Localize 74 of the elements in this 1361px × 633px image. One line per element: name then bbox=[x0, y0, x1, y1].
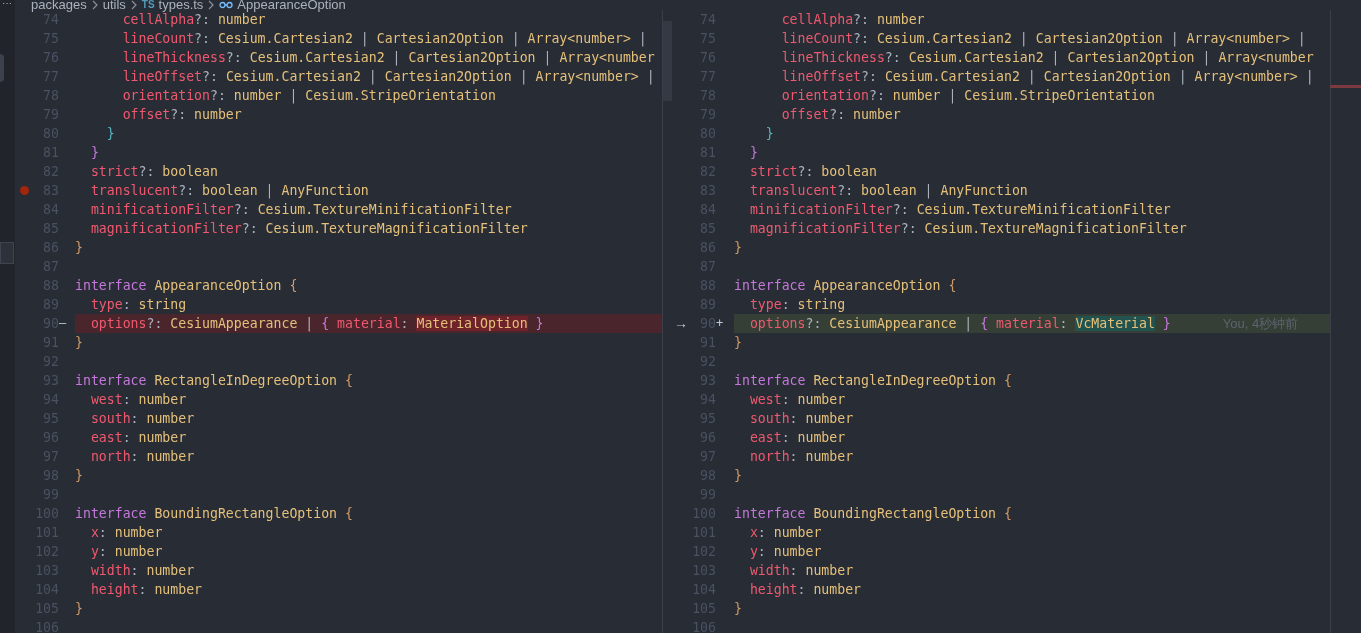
code-line: orientation?: number | Cesium.StripeOrientation bbox=[121, 87, 496, 105]
code-line: east: number bbox=[748, 429, 846, 447]
code-line: y: number bbox=[89, 543, 163, 561]
code-line: minificationFilter?: Cesium.TextureMinificationFilter bbox=[89, 201, 512, 219]
code-line: orientation?: number | Cesium.StripeOrientation bbox=[780, 87, 1155, 105]
code-line: type: string bbox=[89, 296, 187, 314]
code-line: } bbox=[75, 334, 83, 352]
code-line: } bbox=[764, 125, 774, 143]
code-line: lineCount?: Cesium.Cartesian2 | Cartesian2Option | Array<number> | bbox=[121, 30, 647, 48]
code-line: interface AppearanceOption { bbox=[734, 277, 957, 295]
breadcrumb-item[interactable]: types.ts bbox=[158, 0, 204, 10]
code-line: options?: CesiumAppearance | { material: MaterialOption } bbox=[89, 315, 544, 333]
code-line: offset?: number bbox=[121, 106, 242, 124]
code-line: south: number bbox=[748, 410, 854, 428]
code-line: } bbox=[75, 467, 83, 485]
code-line: } bbox=[734, 239, 742, 257]
code-line: interface BoundingRectangleOption { bbox=[75, 505, 353, 523]
code-line: } bbox=[75, 600, 83, 618]
code-line: width: number bbox=[748, 562, 854, 580]
breadcrumb-item[interactable]: AppearanceOption bbox=[237, 0, 346, 10]
code-line: strict?: boolean bbox=[89, 163, 218, 181]
diff-marker: — bbox=[59, 315, 67, 332]
code-line: } bbox=[734, 334, 742, 352]
code-line: x: number bbox=[89, 524, 163, 542]
code-line: type: string bbox=[748, 296, 846, 314]
code-line: north: number bbox=[748, 448, 854, 466]
code-line: interface AppearanceOption { bbox=[75, 277, 298, 295]
code-line: lineThickness?: Cesium.Cartesian2 | Cartesian2Option | Array<number bbox=[780, 49, 1314, 67]
overview-marker bbox=[1330, 85, 1361, 88]
more-icon[interactable]: ⋯ bbox=[0, 0, 15, 10]
code-line: minificationFilter?: Cesium.TextureMinificationFilter bbox=[748, 201, 1171, 219]
code-line: lineOffset?: Cesium.Cartesian2 | Cartesian2Option | Array<number> | bbox=[780, 68, 1314, 86]
code-line: west: number bbox=[89, 391, 187, 409]
code-line: y: number bbox=[748, 543, 822, 561]
code-line: height: number bbox=[89, 581, 203, 599]
code-line: options?: CesiumAppearance | { material: VcMaterial } bbox=[748, 315, 1171, 333]
code-line: magnificationFilter?: Cesium.TextureMagnificationFilter bbox=[748, 220, 1187, 238]
diff-marker: + bbox=[716, 315, 724, 332]
chevron-icon bbox=[129, 0, 138, 10]
code-line: height: number bbox=[748, 581, 862, 599]
panel-tab[interactable] bbox=[0, 54, 4, 82]
code-line: x: number bbox=[748, 524, 822, 542]
code-line: translucent?: boolean | AnyFunction bbox=[89, 182, 369, 200]
code-line: cellAlpha?: number bbox=[121, 12, 266, 29]
code-line: strict?: boolean bbox=[748, 163, 877, 181]
code-line: north: number bbox=[89, 448, 195, 466]
breadcrumb-item[interactable]: packages bbox=[31, 0, 87, 10]
chevron-icon bbox=[207, 0, 216, 10]
file-type-label: TS bbox=[141, 0, 155, 10]
code-line: offset?: number bbox=[780, 106, 901, 124]
code-line: width: number bbox=[89, 562, 195, 580]
code-line: lineOffset?: Cesium.Cartesian2 | Cartesian2Option | Array<number> | bbox=[121, 68, 655, 86]
code-line: lineCount?: Cesium.Cartesian2 | Cartesian2Option | Array<number> | bbox=[780, 30, 1306, 48]
code-line: } bbox=[734, 600, 742, 618]
symbol-icon bbox=[219, 0, 234, 10]
code-line: } bbox=[748, 144, 758, 162]
code-line: } bbox=[89, 144, 99, 162]
code-line: translucent?: boolean | AnyFunction bbox=[748, 182, 1028, 200]
code-line: interface BoundingRectangleOption { bbox=[734, 505, 1012, 523]
code-line: } bbox=[75, 239, 83, 257]
code-line: lineThickness?: Cesium.Cartesian2 | Cartesian2Option | Array<number bbox=[121, 49, 655, 67]
line-number: 90 bbox=[700, 315, 716, 333]
panel-tab[interactable] bbox=[0, 242, 14, 264]
code-line: } bbox=[105, 125, 115, 143]
code-line: interface RectangleInDegreeOption { bbox=[75, 372, 353, 390]
code-line: south: number bbox=[89, 410, 195, 428]
chevron-icon bbox=[90, 0, 99, 10]
code-line: east: number bbox=[89, 429, 187, 447]
breadcrumb-item[interactable]: utils bbox=[102, 0, 126, 10]
code-line: interface RectangleInDegreeOption { bbox=[734, 372, 1012, 390]
code-line: cellAlpha?: number bbox=[780, 11, 925, 29]
code-line: } bbox=[734, 467, 742, 485]
code-line: west: number bbox=[748, 391, 846, 409]
code-line: magnificationFilter?: Cesium.TextureMagnificationFilter bbox=[89, 220, 528, 238]
